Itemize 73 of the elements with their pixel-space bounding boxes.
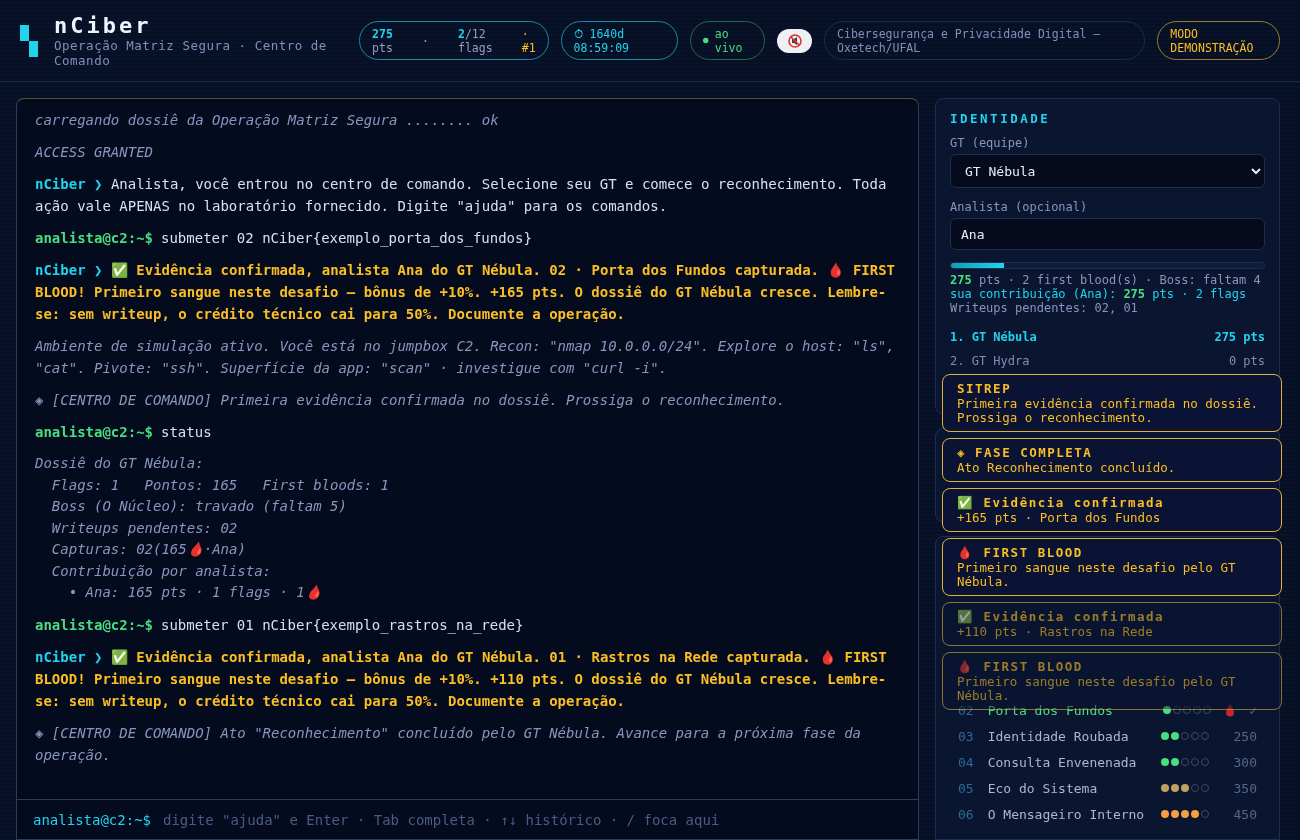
output-line: Contribuição por analista:: [50, 561, 272, 581]
separator-dot: ·: [421, 33, 429, 48]
challenge-number: 03: [958, 728, 974, 744]
challenge-number: 05: [958, 780, 974, 796]
team-select[interactable]: GT Nébula: [950, 154, 1265, 188]
stats-line: sua contribuição (Ana): 275 pts · 2 flags: [950, 287, 1248, 301]
challenge-name[interactable]: Identidade Roubada: [987, 728, 1147, 744]
terminal-line: Ambiente de simulação ativo. Você está no jumpbox C2. Recon: "nmap 10.0.0.0/24". Explore o host: "ls", "cat". Pivote: "ssh". Superfície da app: "scan" · investigue com "curl -i".: [35, 337, 896, 378]
command-text: submeter 02 nCiber{exemplo_porta_dos_fundos}: [161, 229, 532, 249]
shell-prompt: analista@c2:~$: [35, 615, 153, 635]
field-label: GT (equipe): [950, 136, 1031, 150]
team-name: 2. GT Hydra: [950, 354, 1030, 368]
field-label: Analista (opcional): [950, 200, 1089, 214]
muted-speaker-icon: [787, 33, 802, 48]
toast-message: Primeiro sangue neste desafio pelo GT Nébula.: [957, 675, 1237, 703]
points-value: 275: [372, 26, 393, 41]
toast-title: 🩸 FIRST BLOOD: [957, 659, 1084, 674]
output-line: Flags: 1 Pontos: 165 First bloods: 1: [50, 475, 390, 495]
output-line: • Ana: 165 pts · 1 flags · 1🩸: [67, 583, 323, 602]
stats-line: Writeups pendentes: 02, 01: [950, 301, 1139, 315]
shell-prompt: analista@c2:~$: [33, 811, 151, 828]
challenge-points: 350: [1232, 780, 1257, 796]
challenge-points: 250: [1232, 728, 1257, 744]
team-points: 0 pts: [1228, 354, 1265, 368]
output-line: Writeups pendentes: 02: [50, 518, 239, 538]
command-input[interactable]: digite "ajuda" e Enter · Tab completa · ↑↓ histórico · / foca aqui: [161, 810, 902, 829]
output-line: Capturas: 02(165🩸·Ana): [50, 540, 247, 559]
toast-title: ✅ Evidência confirmada: [957, 609, 1166, 624]
team-name: 1. GT Nébula: [950, 330, 1037, 344]
challenge-number: 06: [958, 806, 974, 822]
challenge-points: 300: [1232, 754, 1257, 770]
toast-message: Primeira evidência confirmada no dossiê. Prossiga o reconhecimento.: [957, 397, 1260, 425]
terminal-message: nCiber ❯ ✅ Evidência confirmada, analista Ana do GT Nébula. 02 · Porta dos Fundos capturada. 🩸 FIRST BLOOD! Primeiro sangue neste desafio — bônus de +10%. +165 pts. O dossiê do GT Nébula cresce. Lembre-se: sem writeup, o crédito técnico cai para 50%. Documente a operação.: [35, 261, 897, 324]
toast-title: ◈ FASE COMPLETA: [957, 445, 1094, 460]
points-unit: pts: [372, 40, 393, 55]
shell-prompt: analista@c2:~$: [35, 229, 153, 248]
command-text: status: [161, 423, 212, 442]
flags-unit: flags: [458, 40, 493, 55]
challenge-number: 04: [958, 754, 974, 770]
challenge-name[interactable]: Eco do Sistema: [987, 780, 1147, 796]
challenge-name[interactable]: Consulta Envenenada: [987, 754, 1147, 770]
separator-dot: ·: [521, 26, 530, 41]
mute-button[interactable]: [777, 28, 813, 53]
flags-count: 2/12: [458, 26, 487, 41]
toast-title: 🩸 FIRST BLOOD: [957, 545, 1084, 560]
toast-message: Ato Reconhecimento concluído.: [957, 461, 1177, 475]
section-heading: IDENTIDADE: [950, 111, 1052, 126]
logo-icon: [18, 22, 40, 59]
blood-drop-icon: [1225, 703, 1236, 717]
command-text: submeter 01 nCiber{exemplo_rastros_na_rede}: [161, 615, 524, 636]
terminal-line: ◈ [CENTRO DE COMANDO] Ato "Reconhecimento" concluído pelo GT Nébula. Avance para a próxima fase da operação.: [35, 723, 862, 765]
output-line: Dossiê do GT Nébula:: [35, 454, 205, 473]
toast-title: SITREP: [957, 381, 1013, 396]
terminal-line: ACCESS GRANTED: [35, 143, 154, 162]
team-points: 275 pts: [1214, 330, 1265, 344]
output-line: Boss (O Núcleo): travado (faltam 5): [50, 497, 348, 516]
stats-line: 275 pts · 2 first blood(s) · Boss: faltam 4: [950, 273, 1262, 287]
rank-value: #1: [521, 40, 536, 55]
terminal-line: carregando dossiê da Operação Matriz Segura ........ ok: [35, 111, 500, 130]
app-title: nCiber: [54, 13, 153, 38]
terminal-message: nCiber ❯ Analista, você entrou no centro de comando. Selecione seu GT e comece o reconhecimento. Toda ação vale APENAS no laboratório fornecido. Digite "ajuda" para os comandos.: [35, 175, 888, 216]
terminal-line: ◈ [CENTRO DE COMANDO] Primeira evidência confirmada no dossiê. Prossiga o reconhecimento.: [35, 391, 787, 410]
challenge-points: 450: [1232, 806, 1257, 822]
app-subtitle: Operação Matriz Segura · Centro de Comando: [54, 38, 328, 68]
toast-message: +165 pts · Porta dos Fundos: [957, 511, 1162, 525]
shell-prompt: analista@c2:~$: [35, 423, 153, 442]
challenge-name[interactable]: O Mensageiro Interno: [987, 806, 1147, 822]
analyst-input[interactable]: Ana: [950, 218, 1265, 250]
toast-title: ✅ Evidência confirmada: [957, 495, 1166, 510]
terminal-message: nCiber ❯ ✅ Evidência confirmada, analista Ana do GT Nébula. 01 · Rastros na Rede capturada. 🩸 FIRST BLOOD! Primeiro sangue neste desafio — bônus de +10%. +110 pts. O dossiê do GT Nébula cresce. Lembre-se: sem writeup, o crédito técnico cai para 50%. Documente a operação.: [35, 647, 888, 711]
toast-message: Primeiro sangue neste desafio pelo GT Nébula.: [957, 561, 1237, 589]
toast-message: +110 pts · Rastros na Rede: [957, 625, 1154, 639]
status-dot-icon: [703, 37, 709, 44]
